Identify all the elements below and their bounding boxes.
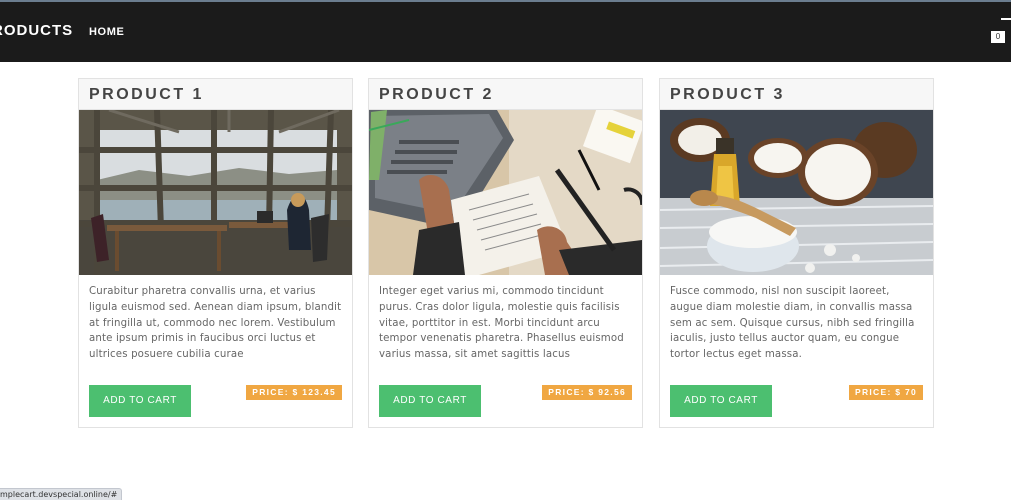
- product-card-3: PRODUCT 3 Fusce commodo, nisl non suscip…: [659, 78, 934, 428]
- product-title: PRODUCT 1: [89, 86, 204, 103]
- browser-status-url: mplecart.devspecial.online/#: [0, 488, 123, 500]
- brand-logo-link[interactable]: RODUCTS: [0, 22, 73, 39]
- add-to-cart-button[interactable]: ADD TO CART: [89, 385, 191, 417]
- product-description: Fusce commodo, nisl non suscipit laoreet…: [670, 286, 915, 361]
- navbar: RODUCTS HOME 0: [0, 2, 1011, 62]
- product-title: PRODUCT 3: [670, 86, 785, 103]
- add-to-cart-button[interactable]: ADD TO CART: [379, 385, 481, 417]
- nav-home-link[interactable]: HOME: [89, 26, 124, 38]
- laptop-notebook-photo: [369, 110, 642, 275]
- product-card-1: PRODUCT 1 Curabitur pharetra convallis u…: [78, 78, 353, 428]
- add-to-cart-button[interactable]: ADD TO CART: [670, 385, 772, 417]
- product-description: Integer eget varius mi, commodo tincidun…: [379, 286, 624, 361]
- product-description: Curabitur pharetra convallis urna, et va…: [89, 286, 342, 361]
- cart-icon[interactable]: [1001, 18, 1011, 24]
- cart-count-badge[interactable]: 0: [991, 31, 1005, 43]
- product-card-header: PRODUCT 3: [660, 79, 933, 110]
- price-badge: PRICE: $ 123.45: [246, 385, 342, 400]
- price-badge: PRICE: $ 70: [848, 385, 923, 400]
- product-card-header: PRODUCT 1: [79, 79, 352, 110]
- price-badge: PRICE: $ 92.56: [542, 385, 632, 400]
- office-window-photo: [79, 110, 352, 275]
- product-card-header: PRODUCT 2: [369, 79, 642, 110]
- product-title: PRODUCT 2: [379, 86, 494, 103]
- coconut-oil-photo: [660, 110, 933, 275]
- product-card-2: PRODUCT 2 Integer eget varius mi, commod…: [368, 78, 643, 428]
